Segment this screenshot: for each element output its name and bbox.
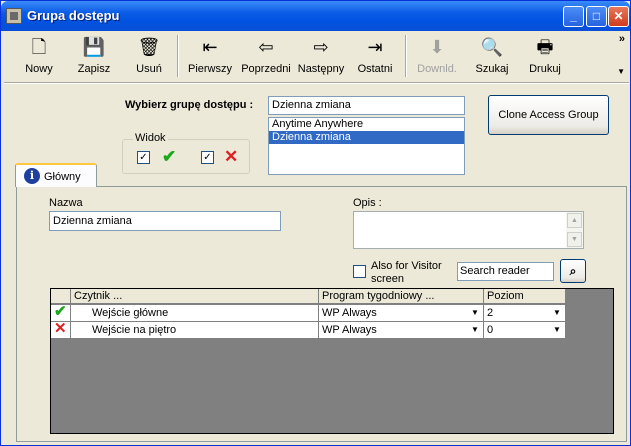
previous-record-icon: ⇦ (258, 37, 274, 57)
binoculars-search-button[interactable]: ⌕ (560, 259, 586, 283)
search-reader-input[interactable]: Search reader (457, 262, 554, 281)
previous-record-button[interactable]: ⇦ Poprzedni (240, 35, 292, 79)
denied-cross-icon: ✕ (54, 322, 67, 337)
green-check-icon: ✔ (162, 147, 177, 166)
maximize-button[interactable]: □ (586, 6, 607, 27)
view-allowed-checkbox[interactable]: ✓ (137, 151, 150, 164)
reader-cell[interactable]: Wejście na piętro (71, 322, 319, 339)
save-label: Zapisz (77, 63, 111, 75)
title-bar[interactable]: Grupa dostępu _ □ ✕ (1, 1, 630, 31)
next-record-button[interactable]: ⇨ Następny (295, 35, 347, 79)
download-button[interactable]: ⬇ Downld. (412, 35, 462, 79)
search-globe-icon: 🔍 (480, 37, 504, 57)
divider (4, 82, 629, 84)
grid-header-level[interactable]: Poziom (484, 289, 566, 304)
search-label: Szukaj (475, 63, 509, 75)
minimize-button[interactable]: _ (563, 6, 584, 27)
table-row[interactable]: ✔ Wejście główne WP Always ▼ 2 ▼ (51, 305, 566, 322)
search-button[interactable]: 🔍 Szukaj (471, 35, 513, 79)
row-status-cell: ✕ (51, 322, 71, 339)
row-status-cell: ✔ (51, 305, 71, 322)
first-record-label: Pierwszy (187, 63, 232, 75)
grid-header-status (51, 289, 71, 304)
clone-access-group-button[interactable]: Clone Access Group (488, 95, 609, 135)
group-list[interactable]: Anytime Anywhere Dzienna zmiana (268, 117, 465, 175)
new-button[interactable]: 🗋 Nowy (18, 35, 60, 79)
group-option-dzienna[interactable]: Dzienna zmiana (269, 131, 464, 144)
program-dropdown[interactable]: WP Always ▼ (319, 305, 484, 322)
toolbar-separator (405, 35, 407, 77)
print-button[interactable]: 🖶 Drukuj (524, 35, 566, 79)
save-disk-icon: 💾 (82, 37, 106, 57)
download-label: Downld. (417, 63, 457, 75)
toolbar-separator (177, 35, 179, 77)
description-textarea[interactable]: ▲ ▼ (353, 211, 584, 249)
view-legend: Widok (133, 132, 168, 144)
window-title: Grupa dostępu (27, 8, 120, 23)
red-cross-icon: ✕ (224, 147, 239, 166)
new-label: Nowy (25, 63, 53, 75)
tab-label: Główny (44, 171, 81, 183)
window: Grupa dostępu _ □ ✕ 🗋 Nowy 💾 Zapisz 🗑 Us… (0, 0, 631, 446)
download-device-icon: ⬇ (429, 37, 445, 57)
table-row[interactable]: ✕ Wejście na piętro WP Always ▼ 0 ▼ (51, 322, 566, 339)
save-button[interactable]: 💾 Zapisz (70, 35, 118, 79)
description-scrollbar[interactable]: ▲ ▼ (566, 212, 583, 248)
visitor-checkbox[interactable] (353, 265, 366, 278)
close-button[interactable]: ✕ (608, 6, 629, 27)
view-denied-checkbox[interactable]: ✓ (201, 151, 214, 164)
toolbar: 🗋 Nowy 💾 Zapisz 🗑 Usuń ⇤ Pierwszy ⇦ Popr… (4, 31, 629, 81)
view-fieldset: Widok ✓ ✔ ✓ ✕ (122, 132, 250, 174)
toolbar-options-icon[interactable]: ▼ (617, 67, 625, 76)
allowed-check-icon: ✔ (54, 305, 67, 320)
scroll-up-icon[interactable]: ▲ (567, 213, 582, 228)
toolbar-overflow-icon[interactable]: » (619, 33, 625, 45)
reader-cell[interactable]: Wejście główne (71, 305, 319, 322)
new-document-icon: 🗋 (31, 37, 47, 57)
last-record-button[interactable]: ⇥ Ostatni (354, 35, 396, 79)
first-record-button[interactable]: ⇤ Pierwszy (186, 35, 234, 79)
dropdown-arrow-icon[interactable]: ▼ (468, 306, 482, 320)
name-label: Nazwa (49, 197, 83, 209)
trash-can-icon: 🗑 (137, 37, 161, 57)
description-label: Opis : (353, 197, 382, 209)
first-record-icon: ⇤ (202, 37, 218, 57)
printer-icon: 🖶 (536, 37, 554, 57)
tab-glowny[interactable]: i Główny (15, 163, 97, 187)
next-record-label: Następny (297, 63, 345, 75)
level-dropdown[interactable]: 2 ▼ (484, 305, 566, 322)
group-select-input[interactable]: Dzienna zmiana (268, 96, 465, 115)
previous-record-label: Poprzedni (241, 63, 291, 75)
program-dropdown[interactable]: WP Always ▼ (319, 322, 484, 339)
dropdown-arrow-icon[interactable]: ▼ (468, 323, 482, 337)
grid-header-reader[interactable]: Czytnik ... (71, 289, 319, 304)
reader-grid: Czytnik ... Program tygodniowy ... Pozio… (50, 288, 614, 434)
level-dropdown[interactable]: 0 ▼ (484, 322, 566, 339)
binoculars-icon: ⌕ (569, 264, 577, 278)
dropdown-arrow-icon[interactable]: ▼ (550, 323, 564, 337)
scroll-down-icon[interactable]: ▼ (567, 232, 582, 247)
visitor-label: Also for Visitor screen (371, 260, 442, 285)
delete-button[interactable]: 🗑 Usuń (128, 35, 170, 79)
info-icon: i (24, 168, 40, 184)
name-input[interactable]: Dzienna zmiana (49, 211, 281, 231)
grid-header-program[interactable]: Program tygodniowy ... (319, 289, 484, 304)
last-record-label: Ostatni (357, 63, 393, 75)
group-option-anytime[interactable]: Anytime Anywhere (269, 118, 464, 131)
last-record-icon: ⇥ (367, 37, 383, 57)
print-label: Drukuj (529, 63, 561, 75)
group-select-label: Wybierz grupę dostępu : (125, 99, 254, 111)
next-record-icon: ⇨ (313, 37, 329, 57)
delete-label: Usuń (136, 63, 162, 75)
app-icon (6, 8, 22, 24)
dropdown-arrow-icon[interactable]: ▼ (550, 306, 564, 320)
